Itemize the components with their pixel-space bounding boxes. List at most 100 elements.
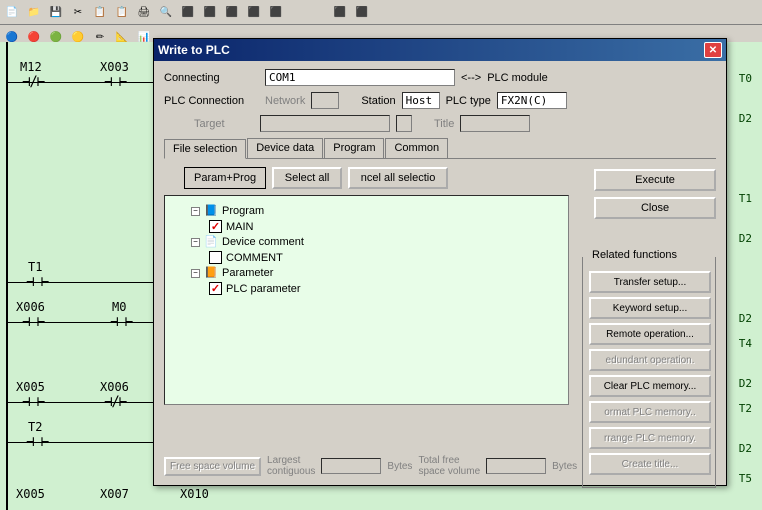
contact-label: X006 xyxy=(16,300,45,314)
select-all-button[interactable]: Select all xyxy=(272,167,342,189)
plc-type-value: FX2N(C) xyxy=(497,92,567,109)
dialog-titlebar[interactable]: Write to PLC ✕ xyxy=(154,39,726,61)
output-label: T5 xyxy=(739,472,752,485)
close-button[interactable]: Close xyxy=(594,197,716,219)
tree-collapse-icon[interactable]: − xyxy=(191,269,200,278)
title-label: Title xyxy=(434,118,454,130)
toolbar-icon[interactable]: ✂ xyxy=(68,2,88,22)
bytes-label-2: Bytes xyxy=(552,461,577,472)
contact-label: T1 xyxy=(28,260,42,274)
write-to-plc-dialog: Write to PLC ✕ Connecting COM1 <--> PLC … xyxy=(153,38,727,486)
output-label: T4 xyxy=(739,337,752,350)
toolbar-icon[interactable]: ⬛ xyxy=(244,2,264,22)
tab-file-selection[interactable]: File selection xyxy=(164,139,246,159)
target-field xyxy=(260,115,390,132)
module-label: PLC module xyxy=(487,72,548,84)
toolbar-icon[interactable]: ⬛ xyxy=(330,2,350,22)
toolbar-icon[interactable]: ⬛ xyxy=(222,2,242,22)
contact-label: X003 xyxy=(100,60,129,74)
toolbar-icon[interactable]: 📋 xyxy=(112,2,132,22)
largest-label: Largest xyxy=(267,455,315,466)
tree-collapse-icon[interactable]: − xyxy=(191,207,200,216)
toolbar-icon[interactable]: ⬛ xyxy=(178,2,198,22)
toolbar-icon[interactable]: ⬛ xyxy=(200,2,220,22)
free-space-button: Free space volume xyxy=(164,457,261,476)
format-plc-memory-button: ormat PLC memory.. xyxy=(589,401,711,423)
toolbar-icon[interactable]: ⬛ xyxy=(352,2,372,22)
toolbar-icon[interactable]: 📄 xyxy=(2,2,22,22)
toolbar-icon[interactable]: 📁 xyxy=(24,2,44,22)
keyword-setup-button[interactable]: Keyword setup... xyxy=(589,297,711,319)
space-volume-label: space volume xyxy=(418,466,480,477)
related-functions-group: Related functions Transfer setup... Keyw… xyxy=(582,257,716,488)
tab-program[interactable]: Program xyxy=(324,138,384,158)
selection-tree: − 📘 Program ✓ MAIN − 📄 Device comment CO… xyxy=(164,195,569,405)
comment-icon: 📄 xyxy=(204,235,218,249)
parameter-icon: 📙 xyxy=(204,266,218,280)
station-label: Station xyxy=(361,95,395,107)
tab-device-data[interactable]: Device data xyxy=(247,138,323,158)
redundant-operation-button: edundant operation. xyxy=(589,349,711,371)
output-label: D2 xyxy=(739,312,752,325)
total-free-label: Total free xyxy=(418,455,480,466)
tree-program: Program xyxy=(222,205,264,217)
arrange-plc-memory-button: rrange PLC memory. xyxy=(589,427,711,449)
output-label: T0 xyxy=(739,72,752,85)
toolbar-icon[interactable]: 🖨 xyxy=(134,2,154,22)
checkbox-main[interactable]: ✓ xyxy=(209,220,222,233)
tree-comment[interactable]: COMMENT xyxy=(226,252,283,264)
network-field xyxy=(311,92,339,109)
create-title-button: Create title... xyxy=(589,453,711,475)
transfer-setup-button[interactable]: Transfer setup... xyxy=(589,271,711,293)
program-icon: 📘 xyxy=(204,204,218,218)
toolbar-icon[interactable]: 🔍 xyxy=(156,2,176,22)
contact-label: M12 xyxy=(20,60,42,74)
tree-plc-parameter[interactable]: PLC parameter xyxy=(226,283,301,295)
contact-label: X005 xyxy=(16,380,45,394)
title-field xyxy=(460,115,530,132)
output-label: D2 xyxy=(739,112,752,125)
toolbar-icon[interactable]: 💾 xyxy=(46,2,66,22)
contact-label: X007 xyxy=(100,487,129,501)
tab-strip: File selection Device data Program Commo… xyxy=(164,138,716,159)
related-legend: Related functions xyxy=(589,249,680,261)
remote-operation-button[interactable]: Remote operation... xyxy=(589,323,711,345)
contact-label: M0 xyxy=(112,300,126,314)
plc-type-label: PLC type xyxy=(446,95,491,107)
output-label: T1 xyxy=(739,192,752,205)
tree-parameter: Parameter xyxy=(222,267,273,279)
plc-connection-label: PLC Connection xyxy=(164,95,259,107)
contact-label: T2 xyxy=(28,420,42,434)
output-label: D2 xyxy=(739,377,752,390)
total-field xyxy=(486,458,546,474)
output-label: T2 xyxy=(739,402,752,415)
footer-row: Free space volume Largest contiguous Byt… xyxy=(164,455,577,477)
connecting-value: COM1 xyxy=(265,69,455,86)
output-label: D2 xyxy=(739,232,752,245)
toolbar-icon[interactable]: 📋 xyxy=(90,2,110,22)
target-label: Target xyxy=(194,118,254,130)
contact-label: X010 xyxy=(180,487,209,501)
connecting-label: Connecting xyxy=(164,72,259,84)
output-label: D2 xyxy=(739,442,752,455)
clear-plc-memory-button[interactable]: Clear PLC memory... xyxy=(589,375,711,397)
param-prog-button[interactable]: Param+Prog xyxy=(184,167,266,189)
tree-collapse-icon[interactable]: − xyxy=(191,238,200,247)
execute-button[interactable]: Execute xyxy=(594,169,716,191)
tree-main[interactable]: MAIN xyxy=(226,221,254,233)
checkbox-comment[interactable] xyxy=(209,251,222,264)
toolbar-icon[interactable]: ⬛ xyxy=(266,2,286,22)
cancel-selection-button[interactable]: ncel all selectio xyxy=(348,167,448,189)
tree-device-comment: Device comment xyxy=(222,236,304,248)
close-icon[interactable]: ✕ xyxy=(704,42,722,58)
largest-field xyxy=(321,458,381,474)
target-dropdown xyxy=(396,115,412,132)
contact-label: X005 xyxy=(16,487,45,501)
station-value: Host xyxy=(402,92,440,109)
network-label: Network xyxy=(265,95,305,107)
bytes-label: Bytes xyxy=(387,461,412,472)
checkbox-plc-parameter[interactable]: ✓ xyxy=(209,282,222,295)
tab-common[interactable]: Common xyxy=(385,138,448,158)
dialog-title: Write to PLC xyxy=(158,43,230,57)
main-toolbar: 📄 📁 💾 ✂ 📋 📋 🖨 🔍 ⬛ ⬛ ⬛ ⬛ ⬛ ⬛ ⬛ xyxy=(0,0,762,25)
